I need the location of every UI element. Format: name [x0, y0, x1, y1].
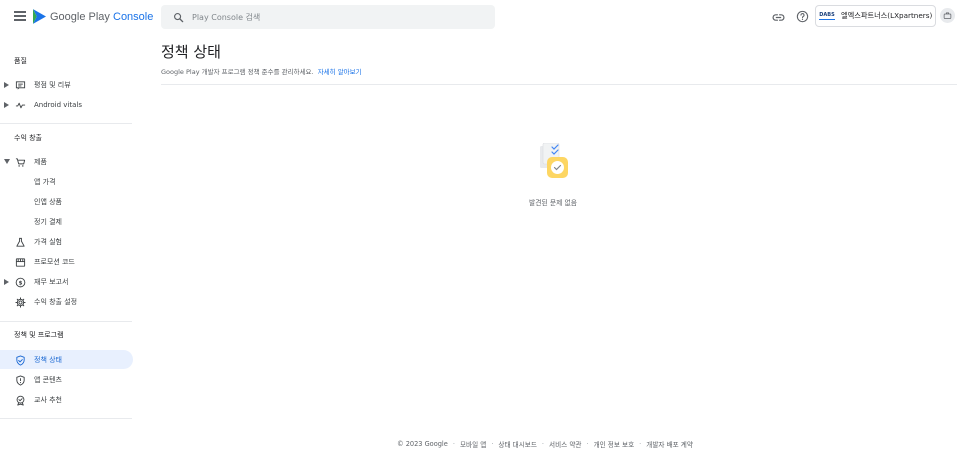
divider — [0, 418, 132, 419]
menu-icon[interactable] — [14, 11, 26, 21]
footer-link-mobile-app[interactable]: 모바일 앱 — [460, 439, 486, 449]
sidebar-item-label: 정책 상태 — [34, 355, 62, 364]
section-header-monetization: 수익 창출 — [14, 134, 42, 142]
pulse-icon — [14, 99, 26, 111]
award-icon — [14, 394, 26, 406]
cart-icon — [14, 156, 26, 168]
shield-check-icon — [14, 354, 26, 366]
sidebar-item-price-experiments[interactable]: 가격 실험 — [0, 232, 133, 251]
avatar[interactable] — [940, 8, 955, 23]
sidebar-item-label: 수익 창출 설정 — [34, 297, 78, 306]
page-title: 정책 상태 — [161, 43, 221, 61]
sidebar-item-promo-codes[interactable]: 프로모션 코드 — [0, 252, 133, 271]
sidebar-item-label: 재무 보고서 — [34, 277, 69, 286]
sidebar-item-teacher-approved[interactable]: 교사 추천 — [0, 390, 133, 409]
empty-state-message: 발견된 문제 없음 — [528, 199, 578, 207]
search-input[interactable] — [192, 12, 472, 22]
brand-logo[interactable]: Google Play Console — [33, 9, 153, 24]
sidebar-item-label: Android vitals — [34, 100, 83, 109]
sidebar-item-label: 제품 — [34, 157, 47, 166]
section-header-policy: 정책 및 프로그램 — [14, 331, 64, 339]
sidebar-item-label: 앱 콘텐츠 — [34, 375, 62, 384]
search-icon — [174, 12, 184, 22]
gear-icon — [14, 296, 26, 308]
no-issues-illustration-icon — [540, 143, 568, 178]
play-console-logo-icon — [33, 9, 46, 24]
section-header-quality: 품질 — [14, 57, 27, 65]
sidebar-item-label: 정기 결제 — [34, 217, 62, 226]
sidebar: 품질 평점 및 리뷰 Android vitals 수익 창출 제품 앱 가격 … — [0, 34, 140, 434]
sidebar-item-in-app-products[interactable]: 인앱 상품 — [0, 192, 133, 211]
sidebar-item-label: 인앱 상품 — [34, 197, 62, 206]
shield-alert-icon — [14, 374, 26, 386]
search-bar[interactable] — [161, 5, 495, 29]
footer-link-status-dashboard[interactable]: 상태 대시보드 — [498, 439, 537, 449]
flask-icon — [14, 236, 26, 248]
divider — [0, 321, 132, 322]
copyright-text: © 2023 Google — [397, 440, 448, 448]
sidebar-item-ratings-reviews[interactable]: 평점 및 리뷰 — [0, 75, 133, 94]
sidebar-item-label: 평점 및 리뷰 — [34, 80, 71, 89]
developer-logo: DABS — [819, 11, 835, 20]
link-icon[interactable] — [772, 11, 785, 24]
sidebar-item-subscriptions[interactable]: 정기 결제 — [0, 212, 133, 231]
divider — [0, 123, 132, 124]
review-icon — [14, 79, 26, 91]
svg-text:$: $ — [18, 280, 22, 286]
briefcase-icon — [943, 12, 952, 19]
sidebar-item-label: 가격 실험 — [34, 237, 62, 246]
sidebar-item-app-pricing[interactable]: 앱 가격 — [0, 172, 133, 191]
sidebar-item-policy-status[interactable]: 정책 상태 — [0, 350, 133, 369]
account-name: 엘엑스파트너스(LXpartners) — [841, 11, 933, 20]
sidebar-item-products[interactable]: 제품 — [0, 152, 133, 171]
footer-link-privacy[interactable]: 개인 정보 보호 — [594, 439, 635, 449]
sidebar-item-monetization-setup[interactable]: 수익 창출 설정 — [0, 292, 133, 311]
top-bar: Google Play Console DABS 엘엑스파트너스(LXpartn… — [0, 0, 966, 34]
help-icon[interactable] — [796, 10, 809, 23]
footer-link-terms[interactable]: 서비스 약관 — [549, 439, 581, 449]
sidebar-item-label: 프로모션 코드 — [34, 257, 75, 266]
brand-name: Google Play Console — [50, 10, 154, 23]
chevron-right-icon[interactable] — [4, 101, 9, 108]
chevron-down-icon[interactable] — [4, 159, 10, 164]
footer-link-distribution-agreement[interactable]: 개발자 배포 계약 — [646, 439, 693, 449]
dollar-icon: $ — [14, 276, 26, 288]
sidebar-item-label: 앱 가격 — [34, 177, 56, 186]
sidebar-item-label: 교사 추천 — [34, 395, 62, 404]
sidebar-item-financial-reports[interactable]: $ 재무 보고서 — [0, 272, 133, 291]
page-description: Google Play 개발자 프로그램 정책 준수를 관리하세요. 자세히 알… — [161, 68, 362, 76]
sidebar-item-android-vitals[interactable]: Android vitals — [0, 95, 133, 114]
chevron-right-icon[interactable] — [4, 81, 9, 88]
account-switcher[interactable]: DABS 엘엑스파트너스(LXpartners) — [815, 5, 936, 27]
chevron-right-icon[interactable] — [4, 278, 9, 285]
footer: © 2023 Google · 모바일 앱 · 상태 대시보드 · 서비스 약관… — [397, 439, 693, 449]
divider — [161, 84, 957, 85]
learn-more-link[interactable]: 자세히 알아보기 — [318, 68, 362, 76]
sidebar-item-app-content[interactable]: 앱 콘텐츠 — [0, 370, 133, 389]
store-icon — [14, 256, 26, 268]
